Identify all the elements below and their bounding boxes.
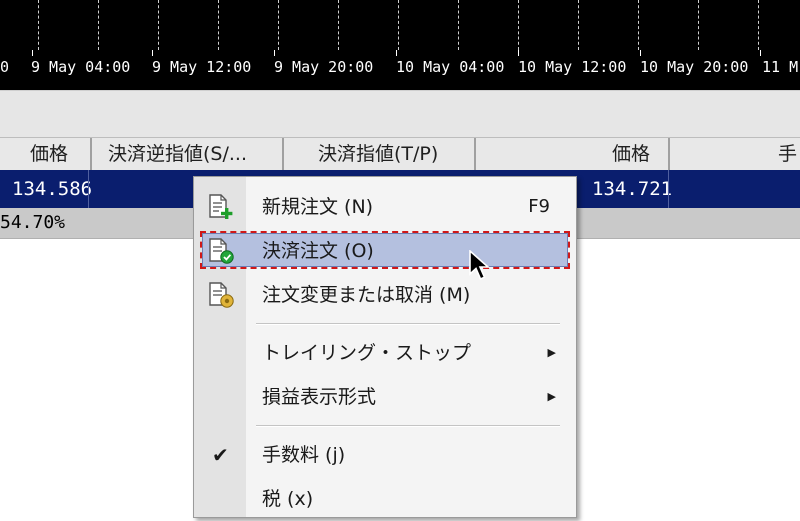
grid-line	[218, 0, 219, 50]
grid-line	[698, 0, 699, 50]
axis-tick	[640, 50, 641, 56]
grid-line	[38, 0, 39, 50]
grid-line	[98, 0, 99, 50]
column-separator	[88, 170, 89, 208]
axis-tick	[32, 50, 33, 56]
grid-line	[638, 0, 639, 50]
menu-item-label: 税 (x)	[262, 488, 314, 510]
checkmark-icon: ✔	[212, 443, 229, 467]
table-header: 価格 決済逆指値(S/... 決済指値(T/P) 価格 手	[0, 137, 800, 171]
time-axis-label: 10 May 04:00	[396, 58, 505, 76]
time-axis-label: 9 May 12:00	[152, 58, 252, 76]
column-header-take-profit[interactable]: 決済指値(T/P)	[284, 138, 476, 170]
modify-order-icon	[206, 281, 236, 309]
axis-tick	[760, 50, 761, 56]
menu-item-label: トレイリング・ストップ	[262, 342, 472, 364]
column-header-stop-loss[interactable]: 決済逆指値(S/...	[92, 138, 284, 170]
menu-separator	[256, 323, 560, 325]
time-axis: 0 9 May 04:00 9 May 12:00 9 May 20:00 10…	[0, 50, 800, 90]
time-axis-label: 0	[0, 58, 10, 76]
axis-tick	[274, 50, 275, 56]
grid-line	[278, 0, 279, 50]
focus-outline	[200, 231, 570, 269]
grid-line	[518, 0, 519, 50]
column-header-current-price[interactable]: 価格	[476, 138, 670, 170]
margin-level-text: 54.70%	[0, 212, 66, 233]
toolbar-band	[0, 90, 800, 137]
submenu-arrow-icon: ▶	[547, 390, 556, 403]
time-axis-label: 9 May 20:00	[274, 58, 374, 76]
menu-separator	[256, 425, 560, 427]
time-axis-label: 10 May 12:00	[518, 58, 627, 76]
menu-item-label: 手数料 (j)	[262, 444, 346, 466]
menu-item-tax[interactable]: 税 (x)	[194, 477, 576, 521]
menu-item-shortcut: F9	[528, 196, 550, 217]
menu-item-trailing-stop[interactable]: トレイリング・ストップ ▶	[194, 331, 576, 375]
time-axis-label: 9 May 04:00	[31, 58, 131, 76]
submenu-arrow-icon: ▶	[547, 346, 556, 359]
menu-item-label: 損益表示形式	[262, 386, 377, 408]
menu-item-profit-display[interactable]: 損益表示形式 ▶	[194, 375, 576, 419]
time-axis-label: 11 M	[762, 58, 799, 76]
open-price-cell: 134.586	[12, 178, 93, 200]
grid-line	[338, 0, 339, 50]
menu-item-modify-order[interactable]: 注文変更または取消 (M)	[194, 273, 576, 317]
column-separator	[668, 170, 669, 208]
time-axis-label: 10 May 20:00	[640, 58, 749, 76]
menu-item-close-order[interactable]: 決済注文 (O)	[194, 229, 576, 273]
axis-tick	[518, 50, 519, 56]
new-order-icon	[206, 193, 236, 221]
menu-item-label: 新規注文 (N)	[262, 196, 374, 218]
current-price-cell: 134.721	[592, 178, 673, 200]
grid-line	[758, 0, 759, 50]
axis-tick	[152, 50, 153, 56]
menu-item-commission[interactable]: ✔ 手数料 (j)	[194, 433, 576, 477]
chart-area[interactable]: 0 9 May 04:00 9 May 12:00 9 May 20:00 10…	[0, 0, 800, 90]
axis-tick	[396, 50, 397, 56]
grid-line	[158, 0, 159, 50]
context-menu: 新規注文 (N) F9 決済注文 (O) 注文変更または取消 (M) トレイリン…	[193, 176, 577, 518]
grid-line	[578, 0, 579, 50]
column-header-commission[interactable]: 手	[670, 138, 800, 170]
grid-line	[398, 0, 399, 50]
mouse-cursor-icon	[468, 249, 492, 282]
grid-line	[458, 0, 459, 50]
menu-item-label: 注文変更または取消 (M)	[262, 284, 471, 306]
menu-item-new-order[interactable]: 新規注文 (N) F9	[194, 185, 576, 229]
column-header-price[interactable]: 価格	[0, 138, 92, 170]
